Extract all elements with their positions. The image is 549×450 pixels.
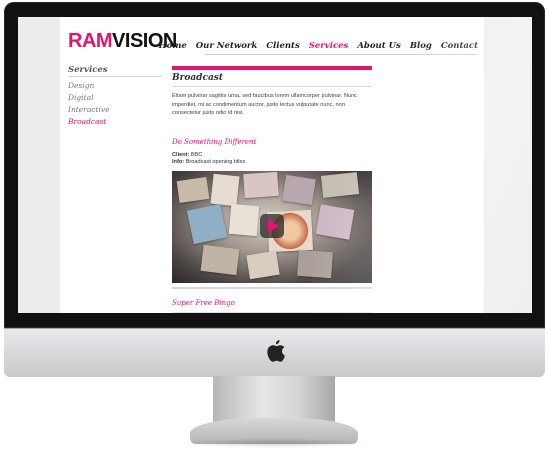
collage-photo bbox=[246, 250, 280, 279]
sidebar-menu: Design Digital Interactive Broadcast bbox=[68, 80, 110, 128]
collage-photo bbox=[320, 171, 360, 198]
web-page: RAM VISION Home Our Network Clients Servi… bbox=[60, 17, 484, 313]
collage-photo bbox=[297, 249, 333, 278]
collage-photo bbox=[282, 174, 316, 205]
sidebar-title: Services bbox=[68, 65, 108, 75]
next-project-title-link[interactable]: Super Free Bingo bbox=[172, 299, 372, 307]
sidebar-item-digital[interactable]: Digital bbox=[68, 92, 110, 104]
page-title: Broadcast bbox=[172, 73, 224, 83]
collage-photo bbox=[186, 203, 228, 244]
nav-home[interactable]: Home bbox=[159, 41, 187, 51]
sidebar-divider bbox=[68, 76, 162, 77]
nav-divider bbox=[205, 54, 478, 55]
collage-photo bbox=[200, 244, 240, 275]
collage-photo bbox=[210, 173, 240, 206]
project-meta: Client: BBC Info: Broadcast opening titl… bbox=[172, 152, 372, 167]
sidebar-item-interactive[interactable]: Interactive bbox=[68, 104, 110, 116]
info-label: Info: bbox=[172, 159, 185, 165]
info-value: Broadcast opening titles bbox=[185, 159, 246, 165]
nav-our-network[interactable]: Our Network bbox=[196, 41, 257, 51]
nav-services[interactable]: Services bbox=[309, 41, 349, 51]
main-content: Broadcast Etiam pulvinar sagittis urna, … bbox=[172, 66, 372, 313]
stand-shadow bbox=[176, 438, 374, 448]
client-value: BBC bbox=[190, 151, 203, 158]
project-title-link[interactable]: Do Something Different bbox=[172, 138, 372, 146]
main-nav: Home Our Network Clients Services About … bbox=[159, 41, 478, 51]
next-project-divider bbox=[172, 311, 372, 313]
collage-photo bbox=[176, 176, 210, 203]
title-divider bbox=[172, 86, 372, 87]
play-icon[interactable] bbox=[260, 213, 284, 238]
collage-photo bbox=[228, 203, 260, 236]
client-line: Client: BBC bbox=[172, 152, 372, 160]
collage-photo bbox=[243, 171, 279, 198]
client-label: Client: bbox=[172, 151, 190, 158]
info-line: Info: Broadcast opening titles bbox=[172, 159, 372, 167]
apple-logo-icon bbox=[267, 340, 285, 362]
video-divider bbox=[172, 286, 372, 289]
screen: RAM VISION Home Our Network Clients Servi… bbox=[18, 17, 532, 313]
nav-blog[interactable]: Blog bbox=[410, 41, 432, 51]
sidebar-item-design[interactable]: Design bbox=[68, 80, 110, 92]
intro-paragraph: Etiam pulvinar sagittis urna, sed faucib… bbox=[172, 93, 357, 116]
nav-contact[interactable]: Contact bbox=[441, 41, 478, 51]
sidebar-item-broadcast[interactable]: Broadcast bbox=[68, 116, 110, 128]
nav-clients[interactable]: Clients bbox=[266, 41, 300, 51]
collage-photo bbox=[315, 203, 355, 240]
nav-about-us[interactable]: About Us bbox=[357, 41, 400, 51]
video-player[interactable] bbox=[172, 170, 372, 283]
accent-bar bbox=[172, 66, 372, 70]
logo-part-ram: RAM bbox=[68, 30, 113, 52]
